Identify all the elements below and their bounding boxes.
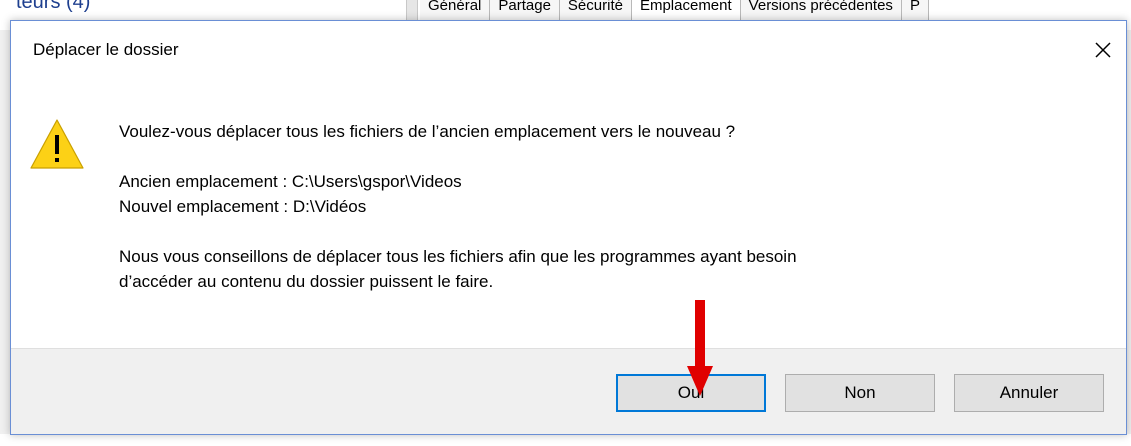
no-button[interactable]: Non [785, 374, 935, 412]
move-folder-dialog: Déplacer le dossier Voulez-vous déplacer… [10, 20, 1127, 435]
dialog-button-bar: Oui Non Annuler [11, 348, 1126, 434]
close-button[interactable] [1088, 35, 1118, 65]
advice-text-line1: Nous vous conseillons de déplacer tous l… [119, 247, 797, 266]
dialog-content: Voulez-vous déplacer tous les fichiers d… [11, 81, 1126, 349]
dialog-title: Déplacer le dossier [33, 40, 179, 59]
message-text: Voulez-vous déplacer tous les fichiers d… [119, 119, 1079, 294]
annotation-arrow-icon [687, 300, 713, 396]
background-left-fragment: teurs (4) [16, 0, 91, 13]
new-location-text: Nouvel emplacement : D:\Vidéos [119, 197, 367, 216]
cancel-button[interactable]: Annuler [954, 374, 1104, 412]
warning-icon [30, 119, 84, 169]
close-icon [1095, 42, 1111, 58]
background-window-bottom [0, 434, 1131, 446]
question-text: Voulez-vous déplacer tous les fichiers d… [119, 122, 736, 141]
dialog-titlebar[interactable]: Déplacer le dossier [11, 21, 1126, 81]
advice-text-line2: d’accéder au contenu du dossier puissent… [119, 272, 494, 291]
locations-block: Ancien emplacement : C:\Users\gspor\Vide… [119, 169, 1079, 219]
old-location-text: Ancien emplacement : C:\Users\gspor\Vide… [119, 172, 462, 191]
